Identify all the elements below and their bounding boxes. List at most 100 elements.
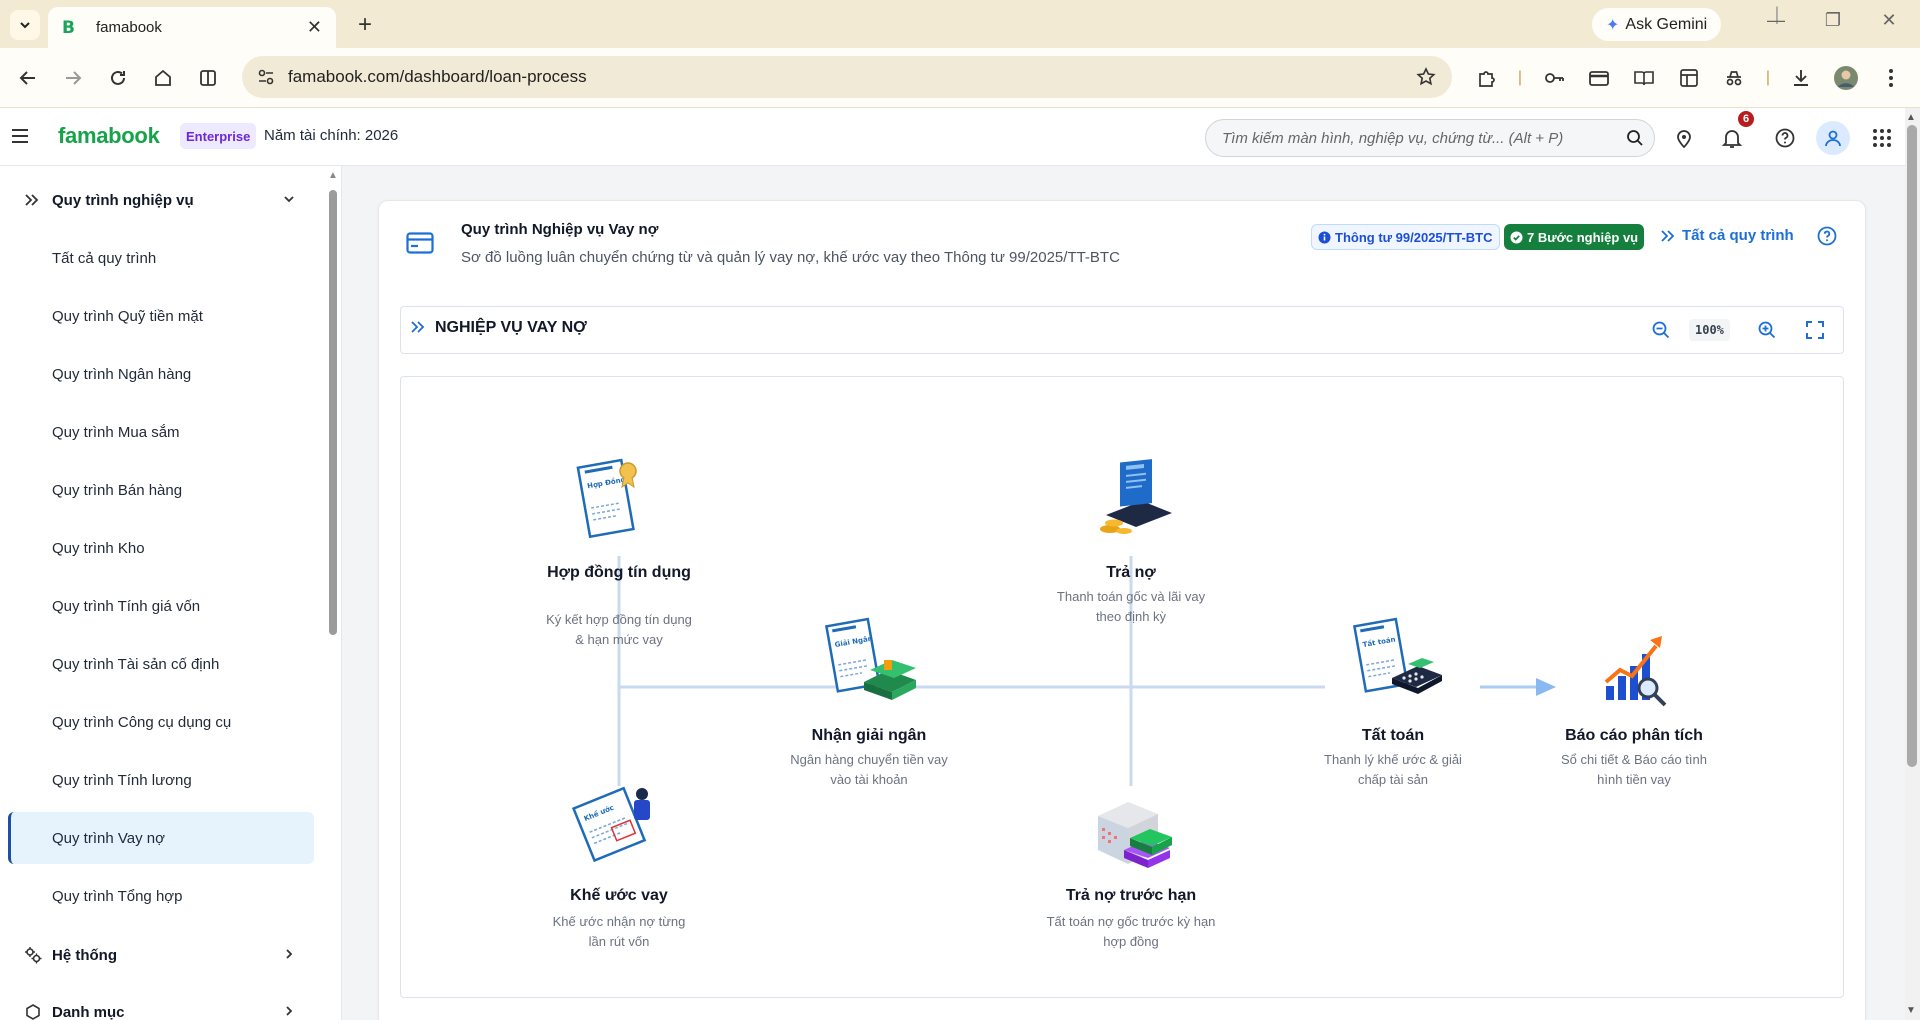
new-tab-button[interactable]: + — [350, 10, 380, 40]
sidebar-item-payroll[interactable]: Quy trình Tính lương — [8, 754, 314, 806]
all-processes-link[interactable]: Tất cả quy trình — [1660, 227, 1794, 244]
legal-reference-badge: Thông tư 99/2025/TT-BTC — [1311, 224, 1500, 250]
browser-tab-bar: B famabook ✕ + ✦ Ask Gemini | — ❐ ✕ — [0, 0, 1920, 48]
bookmark-star-icon[interactable] — [1416, 67, 1436, 87]
early-repayment-icon[interactable] — [1094, 792, 1178, 868]
sidebar-item-general[interactable]: Quy trình Tổng hợp — [8, 870, 314, 922]
sidebar-item-tools[interactable]: Quy trình Công cụ dụng cụ — [8, 696, 314, 748]
location-pin-icon[interactable] — [1672, 126, 1696, 150]
sidebar-group-system[interactable]: Hệ thống — [24, 935, 117, 975]
reading-mode-icon[interactable] — [1630, 64, 1658, 92]
apps-grid-icon[interactable] — [1870, 126, 1894, 150]
browser-menu-icon[interactable] — [1877, 64, 1905, 92]
tab-close-icon[interactable]: ✕ — [307, 17, 322, 38]
fiscal-year-label[interactable]: Năm tài chính: 2026 — [264, 127, 398, 144]
settings-gears-icon — [24, 946, 44, 964]
toolbar-divider: | — [1517, 69, 1523, 86]
ask-gemini-label: Ask Gemini — [1625, 15, 1708, 33]
credit-card-icon — [406, 232, 434, 254]
home-icon[interactable] — [149, 64, 177, 92]
disbursement-icon[interactable]: Giải Ngân — [824, 616, 920, 706]
url-text: famabook.com/dashboard/loan-process — [288, 67, 587, 86]
profile-avatar-icon[interactable] — [1832, 64, 1860, 92]
catalog-box-icon — [24, 1003, 44, 1020]
sidebar-item-fixed-assets[interactable]: Quy trình Tài sản cố định — [8, 638, 314, 690]
node-desc-settle: Thanh lý khế ước & giải chấp tài sản — [1324, 752, 1462, 787]
page-title: Quy trình Nghiệp vụ Vay nợ — [461, 221, 659, 238]
sidebar-item-bank[interactable]: Quy trình Ngân hàng — [8, 348, 314, 400]
settlement-icon[interactable]: Tất toán — [1352, 616, 1444, 706]
sidebar-item-purchasing[interactable]: Quy trình Mua sắm — [8, 406, 314, 458]
scroll-up-arrow-icon[interactable]: ▲ — [1906, 112, 1916, 123]
contract-document-icon[interactable]: Hợp Đồng — [572, 455, 644, 545]
sidebar-item-warehouse[interactable]: Quy trình Kho — [8, 522, 314, 574]
chevron-right-icon[interactable] — [282, 947, 298, 963]
close-window-icon[interactable]: ✕ — [1869, 10, 1909, 31]
steps-count-badge: 7 Bước nghiệp vụ — [1504, 224, 1645, 250]
help-icon[interactable] — [1817, 226, 1837, 246]
extensions-icon[interactable] — [1473, 64, 1501, 92]
help-circle-icon[interactable] — [1773, 126, 1797, 150]
sidebar-item-costing[interactable]: Quy trình Tính giá vốn — [8, 580, 314, 632]
payment-card-icon[interactable] — [1585, 64, 1613, 92]
maximize-icon[interactable]: ❐ — [1813, 10, 1853, 31]
back-icon[interactable] — [14, 64, 42, 92]
node-title-covenant: Khế ước vay — [570, 887, 668, 904]
diagram-title: NGHIỆP VỤ VAY NỢ — [435, 319, 587, 336]
repayment-laptop-icon[interactable] — [1096, 457, 1176, 541]
sidebar-item-all-processes[interactable]: Tất cả quy trình — [8, 232, 314, 284]
sidebar-scrollbar-thumb[interactable] — [329, 190, 337, 635]
ask-gemini-button[interactable]: ✦ Ask Gemini — [1592, 8, 1722, 41]
zoom-level: 100% — [1689, 319, 1730, 341]
analytics-chart-icon[interactable] — [1600, 624, 1684, 710]
chevron-down-icon — [20, 22, 30, 29]
download-icon[interactable] — [1787, 64, 1815, 92]
search-input[interactable] — [1222, 129, 1622, 147]
node-title-contract: Hợp đồng tín dụng — [547, 564, 691, 581]
sidebar-group-catalog[interactable]: Danh mục — [24, 992, 125, 1020]
reload-icon[interactable] — [104, 64, 132, 92]
address-bar[interactable]: famabook.com/dashboard/loan-process — [242, 56, 1452, 98]
site-settings-icon[interactable] — [256, 67, 276, 87]
browser-tab[interactable]: B famabook ✕ — [48, 7, 336, 48]
double-chevron-icon — [1660, 229, 1676, 243]
incognito-icon[interactable] — [1720, 64, 1748, 92]
sidebar-group-process[interactable]: Quy trình nghiệp vụ — [24, 180, 194, 220]
brand-logo[interactable]: famabook — [58, 123, 160, 149]
info-icon — [1318, 231, 1331, 244]
chevron-right-icon[interactable] — [282, 1004, 298, 1020]
tab-groups-icon[interactable] — [1675, 64, 1703, 92]
gemini-sparkle-icon: ✦ — [1606, 16, 1620, 34]
node-desc-disburse: Ngân hàng chuyển tiền vay vào tài khoản — [790, 752, 948, 787]
minimize-icon[interactable]: — — [1756, 10, 1796, 31]
forward-icon[interactable] — [59, 64, 87, 92]
scroll-down-arrow-icon[interactable]: ▼ — [1906, 1005, 1916, 1016]
zoom-out-icon[interactable] — [1651, 320, 1671, 340]
page-scrollbar-thumb[interactable] — [1907, 125, 1917, 767]
user-avatar[interactable] — [1816, 121, 1850, 155]
sidebar-item-cash[interactable]: Quy trình Quỹ tiền mặt — [8, 290, 314, 342]
chevron-down-icon[interactable] — [282, 192, 298, 208]
split-view-icon[interactable] — [194, 64, 222, 92]
double-chevron-icon — [24, 193, 44, 207]
app-header: famabook Enterprise Năm tài chính: 2026 — [0, 108, 1905, 166]
node-desc-contract: Ký kết hợp đồng tín dụng & hạn mức vay — [546, 612, 692, 647]
password-key-icon[interactable] — [1540, 64, 1568, 92]
sidebar-item-sales[interactable]: Quy trình Bán hàng — [8, 464, 314, 516]
sidebar-scroll-up-icon[interactable]: ▲ — [328, 170, 338, 181]
global-search[interactable] — [1205, 119, 1655, 157]
notification-bell-icon[interactable] — [1720, 126, 1744, 150]
all-processes-label: Tất cả quy trình — [1682, 227, 1794, 244]
sidebar-item-loans[interactable]: Quy trình Vay nợ — [8, 812, 314, 864]
menu-toggle-icon[interactable] — [8, 124, 32, 148]
toolbar-divider-2: | — [1765, 69, 1771, 86]
loan-covenant-icon[interactable]: Khế ước — [570, 780, 660, 864]
tab-search-button[interactable] — [10, 10, 40, 40]
search-icon[interactable] — [1626, 129, 1644, 147]
sidebar-group-label: Hệ thống — [52, 946, 117, 964]
zoom-in-icon[interactable] — [1757, 320, 1777, 340]
double-chevron-icon — [410, 320, 426, 334]
fullscreen-icon[interactable] — [1805, 320, 1825, 340]
tab-title: famabook — [96, 19, 162, 36]
sidebar-group-label: Danh mục — [52, 1003, 125, 1020]
